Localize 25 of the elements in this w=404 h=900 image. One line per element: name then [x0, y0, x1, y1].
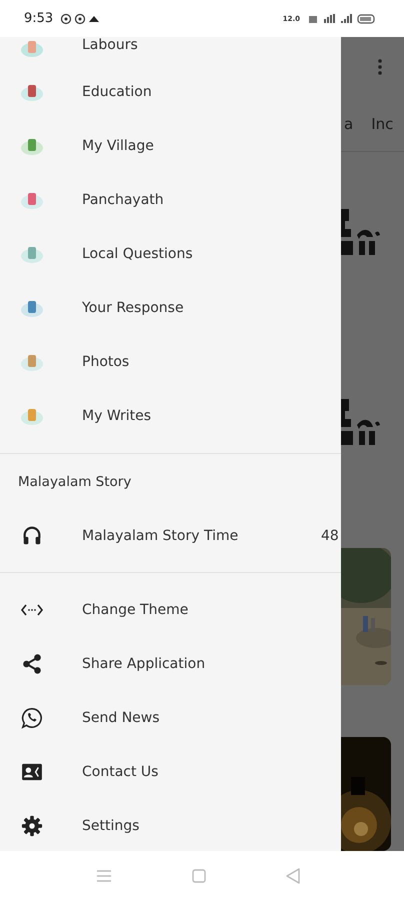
drawer-item[interactable]: Panchayath [0, 173, 341, 227]
drawer-item[interactable]: Malayalam Story Time 48 [0, 509, 341, 563]
drawer-item[interactable]: Change Theme [0, 583, 341, 637]
more-icon [378, 59, 382, 75]
settings-icon [20, 815, 44, 837]
drawer-item[interactable]: Photos [0, 335, 341, 389]
drawer-item[interactable]: Labours [0, 37, 341, 65]
section-title: Malayalam Story [17, 472, 132, 492]
phone-bubble-icon [20, 707, 44, 729]
drawer-item[interactable]: My Writes [0, 389, 341, 443]
back-icon[interactable] [286, 868, 300, 884]
drawer-item[interactable]: Contact Us [0, 745, 341, 799]
share-icon [20, 653, 44, 675]
drawer-item[interactable]: Send News [0, 691, 341, 745]
contact-card-icon [20, 763, 44, 781]
drawer-item[interactable]: Education [0, 65, 341, 119]
drawer-item[interactable]: Local Questions [0, 227, 341, 281]
drawer-item[interactable]: Settings [0, 799, 341, 851]
drawer-item[interactable]: Your Response [0, 281, 341, 335]
clock-time: 9:53 [24, 11, 54, 26]
home-icon[interactable] [192, 868, 206, 882]
drawer-item[interactable]: My Village [0, 119, 341, 173]
menu-icon[interactable] [96, 868, 112, 882]
code-arrows-icon [20, 603, 44, 617]
drawer-item[interactable]: Share Application [0, 637, 341, 691]
